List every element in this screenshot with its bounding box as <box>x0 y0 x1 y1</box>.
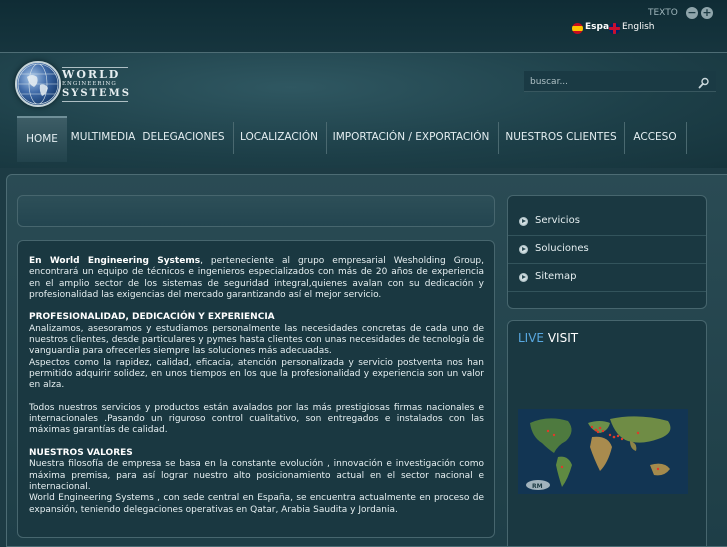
arrow-bullet-icon <box>519 245 528 254</box>
sidebar-menu: Servicios Soluciones Sitemap <box>507 195 707 309</box>
search-input[interactable] <box>528 73 692 91</box>
main-navigation: HOME MULTIMEDIA DELEGACIONES LOCALIZACIÓ… <box>0 116 727 162</box>
search-box <box>524 71 716 92</box>
sidebar-item-label: Servicios <box>535 215 580 226</box>
sidebar-item-sitemap[interactable]: Sitemap <box>508 264 706 292</box>
spain-flag-icon[interactable] <box>572 23 583 34</box>
globe-logo-icon[interactable] <box>15 61 61 107</box>
map-logo: RM <box>532 483 543 490</box>
live-visit-widget: LIVE VISIT RM <box>507 320 707 546</box>
nav-item-delegaciones[interactable]: DELEGACIONES <box>140 116 227 160</box>
decrease-text-size-button[interactable]: − <box>686 7 698 19</box>
sidebar-item-soluciones[interactable]: Soluciones <box>508 236 706 264</box>
content-panel: En World Engineering Systems, pertenecie… <box>17 240 495 538</box>
top-utility-bar: TEXTO − + Espa English <box>0 0 727 53</box>
live-visit-title: LIVE VISIT <box>518 331 579 345</box>
language-english-link[interactable]: English <box>622 22 655 32</box>
text-size-label: TEXTO <box>648 8 678 18</box>
increase-text-size-button[interactable]: + <box>701 7 713 19</box>
visitor-world-map[interactable]: RM <box>518 409 688 494</box>
nav-item-importacion-exportacion[interactable]: IMPORTACIÓN / EXPORTACIÓN <box>329 116 493 160</box>
section-heading-profesionalidad: PROFESIONALIDAD, DEDICACIÓN Y EXPERIENCI… <box>29 312 275 323</box>
logo-text-engineering: ENGINEERING <box>62 81 117 87</box>
nav-item-acceso[interactable]: ACCESO <box>627 116 683 160</box>
sidebar-item-label: Soluciones <box>535 243 589 254</box>
section-text: Todos nuestros servicios y productos est… <box>29 402 484 436</box>
section-heading-valores: NUESTROS VALORES <box>29 448 133 459</box>
search-icon[interactable] <box>698 74 710 93</box>
breadcrumb-bar <box>17 195 495 227</box>
uk-flag-icon[interactable] <box>609 23 620 34</box>
logo-text-world: WORLD <box>62 68 121 81</box>
article-body: En World Engineering Systems, pertenecie… <box>29 256 484 516</box>
nav-item-home[interactable]: HOME <box>17 116 67 162</box>
arrow-bullet-icon <box>519 217 528 226</box>
sidebar-item-label: Sitemap <box>535 271 577 282</box>
section-text: Analizamos, asesoramos y estudiamos pers… <box>29 323 484 357</box>
nav-item-multimedia[interactable]: MULTIMEDIA <box>69 116 137 160</box>
logo-text-systems: SYSTEMS <box>62 88 131 99</box>
nav-item-localizacion[interactable]: LOCALIZACIÓN <box>236 116 322 160</box>
section-text: Aspectos como la rapidez, calidad, efica… <box>29 357 484 391</box>
section-text: World Engineering Systems , con sede cen… <box>29 493 484 515</box>
language-spanish-link[interactable]: Espa <box>585 22 609 32</box>
arrow-bullet-icon <box>519 273 528 282</box>
section-text: Nuestra filosofía de empresa se basa en … <box>29 459 484 492</box>
site-header: WORLD ENGINEERING SYSTEMS HOME MULTIMEDI… <box>0 53 727 168</box>
intro-company-name: En World Engineering Systems <box>29 256 201 266</box>
nav-item-nuestros-clientes[interactable]: NUESTROS CLIENTES <box>501 116 621 160</box>
sidebar-item-servicios[interactable]: Servicios <box>508 208 706 236</box>
